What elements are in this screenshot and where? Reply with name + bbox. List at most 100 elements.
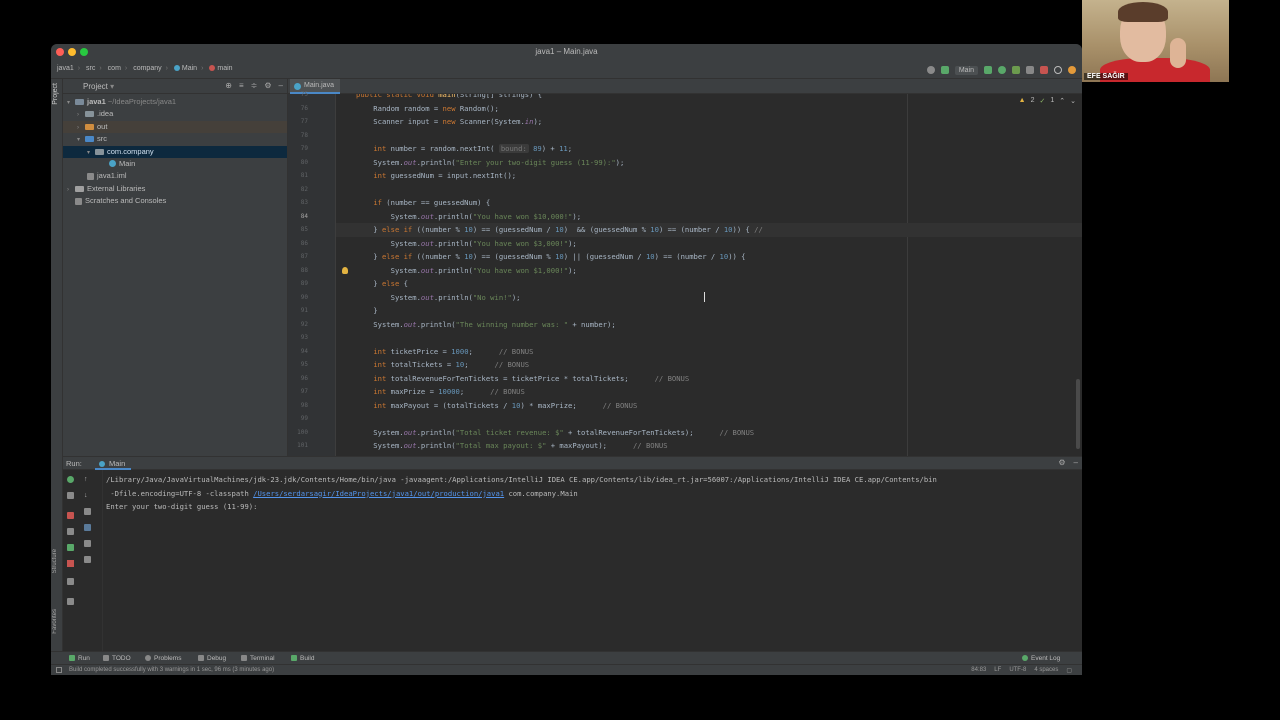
console-output[interactable]: /Library/Java/JavaVirtualMachines/jdk-23…	[106, 473, 1074, 514]
line-number[interactable]: 92	[288, 321, 308, 328]
stop-icon[interactable]	[67, 512, 74, 519]
pin-icon[interactable]	[67, 598, 74, 605]
project-tool-tab[interactable]: Project	[52, 83, 59, 105]
line-number[interactable]: 90	[288, 294, 308, 301]
scroll-down-icon[interactable]: ↓	[84, 492, 91, 499]
line-number[interactable]: 97	[288, 388, 308, 395]
line-number[interactable]: 87	[288, 253, 308, 260]
status-message[interactable]: Build completed successfully with 3 warn…	[69, 667, 274, 673]
tree-item-iml[interactable]: java1.iml	[63, 170, 287, 182]
line-number[interactable]: 96	[288, 375, 308, 382]
line-number[interactable]: 91	[288, 307, 308, 314]
line-number[interactable]: 76	[288, 105, 308, 112]
code-area[interactable]: public static void main(String[] strings…	[336, 94, 1082, 456]
line-number-gutter[interactable]: 75 76 77 78 79 80 81 82 83 84 85 86 87 88 89 90 91 92 93 94…	[288, 91, 336, 456]
run-tool-button[interactable]: Run	[69, 655, 90, 662]
print-icon[interactable]	[84, 540, 91, 547]
line-number[interactable]: 75	[288, 91, 308, 98]
file-encoding[interactable]: UTF-8	[1009, 667, 1026, 674]
caret-position[interactable]: 84:83	[971, 667, 986, 674]
debug-rerun-icon[interactable]	[67, 544, 74, 551]
line-number[interactable]: 79	[288, 145, 308, 152]
line-number[interactable]: 93	[288, 334, 308, 341]
tree-item-external-libraries[interactable]: › External Libraries	[63, 183, 287, 195]
line-number[interactable]: 89	[288, 280, 308, 287]
line-number[interactable]: 78	[288, 132, 308, 139]
settings-gear-icon[interactable]: ⚙	[264, 81, 271, 90]
line-number[interactable]: 83	[288, 199, 308, 206]
more-run-icon[interactable]	[1026, 66, 1034, 74]
editor-scrollbar[interactable]	[1076, 379, 1080, 449]
soft-wrap-icon[interactable]	[84, 508, 91, 515]
rerun-icon[interactable]	[67, 476, 74, 483]
tree-item-package[interactable]: ▾ com.company	[63, 145, 287, 158]
collapse-all-icon[interactable]: ≑	[251, 81, 258, 90]
run-configuration-select[interactable]: Main	[954, 65, 978, 75]
user-icon[interactable]	[926, 66, 935, 74]
breadcrumb-item-main-class[interactable]: Main	[182, 65, 197, 72]
run-tab-main[interactable]: Main	[95, 457, 132, 470]
line-number[interactable]: 99	[288, 415, 308, 422]
tree-item-src[interactable]: ▾ src	[63, 133, 287, 145]
event-log-button[interactable]: Event Log	[1022, 655, 1060, 662]
line-number[interactable]: 85	[288, 226, 308, 233]
layout-icon[interactable]	[67, 578, 74, 585]
search-icon[interactable]	[1054, 66, 1062, 74]
line-number[interactable]: 77	[288, 118, 308, 125]
tree-item-out[interactable]: › out	[63, 120, 287, 134]
problems-tool-button[interactable]: Problems	[145, 655, 181, 662]
structure-tool-tab[interactable]: Structure	[52, 549, 58, 573]
tree-item-scratches[interactable]: Scratches and Consoles	[63, 195, 287, 207]
build-hammer-icon[interactable]	[940, 66, 949, 74]
lock-icon[interactable]: ▢	[1066, 667, 1072, 674]
line-number[interactable]: 82	[288, 186, 308, 193]
line-number[interactable]: 98	[288, 402, 308, 409]
camera-icon[interactable]	[67, 528, 74, 535]
build-tool-button[interactable]: Build	[291, 655, 314, 662]
line-number[interactable]: 84	[288, 213, 308, 220]
line-number[interactable]: 81	[288, 172, 308, 179]
line-number[interactable]: 94	[288, 348, 308, 355]
run-settings-gear-icon[interactable]: ⚙	[1058, 458, 1065, 467]
classpath-link[interactable]: /Users/serdarsagir/IdeaProjects/java1/ou…	[253, 489, 504, 498]
indent-setting[interactable]: 4 spaces	[1034, 667, 1058, 674]
exit-icon[interactable]	[67, 560, 74, 567]
line-number[interactable]: 95	[288, 361, 308, 368]
run-icon[interactable]	[984, 66, 992, 74]
line-number[interactable]: 88	[288, 267, 308, 274]
project-panel-title[interactable]: Project	[83, 82, 108, 91]
breadcrumb-item-src[interactable]: src	[86, 65, 95, 72]
expand-all-icon[interactable]: ≡	[239, 81, 244, 90]
tree-item-main-class[interactable]: Main	[63, 158, 287, 170]
debug-tool-button[interactable]: Debug	[198, 655, 226, 662]
scroll-to-end-icon[interactable]	[84, 524, 91, 531]
breadcrumb-item-main-method[interactable]: main	[217, 65, 232, 72]
todo-icon	[103, 655, 109, 662]
debug-icon[interactable]	[998, 66, 1006, 74]
breadcrumb-item-project[interactable]: java1	[57, 65, 74, 72]
stop-icon[interactable]	[1040, 66, 1048, 74]
line-separator[interactable]: LF	[994, 667, 1001, 674]
favorites-tool-tab[interactable]: Favorites	[52, 609, 58, 634]
todo-tool-button[interactable]: TODO	[103, 655, 131, 662]
line-number[interactable]: 80	[288, 159, 308, 166]
hide-panel-icon[interactable]: –	[279, 81, 283, 90]
line-number[interactable]: 100	[288, 429, 308, 436]
scroll-up-icon[interactable]: ↑	[84, 476, 91, 483]
tree-item-idea[interactable]: › .idea	[63, 108, 287, 120]
updates-icon[interactable]	[1068, 66, 1076, 74]
locate-file-icon[interactable]: ⊕	[225, 81, 232, 90]
breadcrumb-item-company[interactable]: company	[133, 65, 161, 72]
hide-run-window-icon[interactable]: –	[1074, 458, 1078, 467]
wrench-icon[interactable]	[67, 492, 74, 499]
code-line: System.out.println("Total max payout: $"…	[356, 441, 668, 450]
clear-all-icon[interactable]	[84, 556, 91, 563]
terminal-tool-button[interactable]: Terminal	[241, 655, 275, 662]
line-number[interactable]: 101	[288, 442, 308, 449]
code-editor[interactable]: Main.java ▲ 2 ✓ 1 ⌃ ⌄ 75 76 77 78 79 80 81 82 83 84…	[288, 79, 1082, 456]
tree-item-project-root[interactable]: ▾ java1 ~/IdeaProjects/java1	[63, 96, 287, 108]
line-number[interactable]: 86	[288, 240, 308, 247]
breadcrumb-item-com[interactable]: com	[108, 65, 121, 72]
coverage-icon[interactable]	[1012, 66, 1020, 74]
toggle-tool-windows-icon[interactable]	[56, 667, 62, 673]
